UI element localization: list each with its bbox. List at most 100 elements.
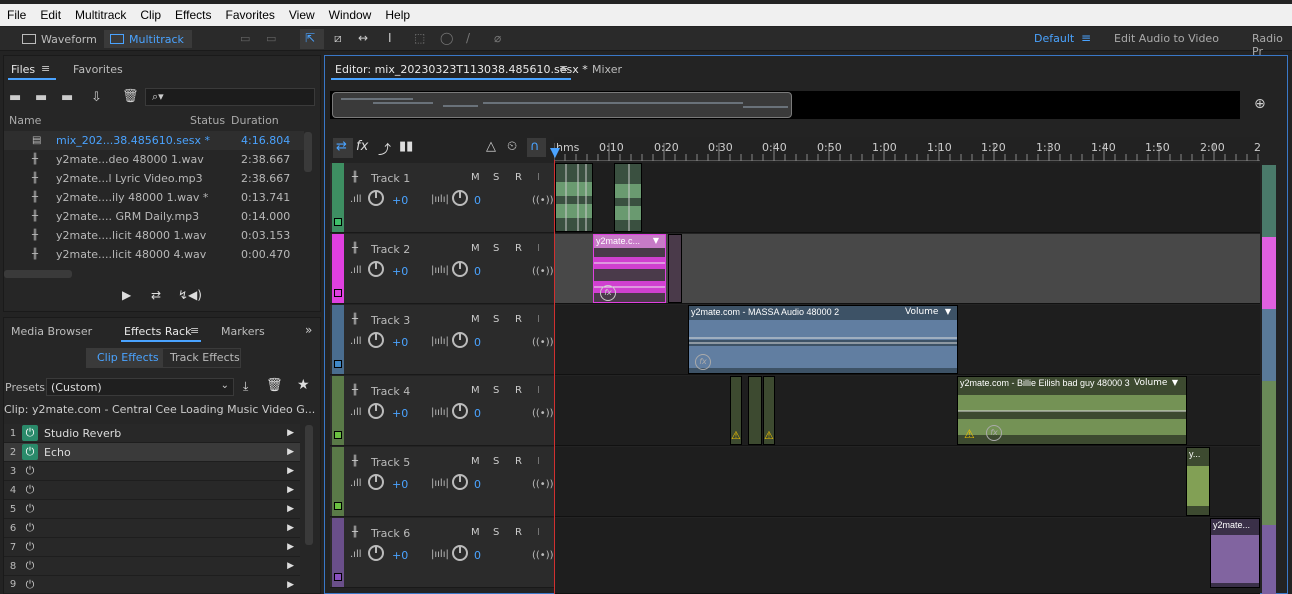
tab-mixer[interactable]: Mixer — [592, 63, 622, 76]
tab-favorites[interactable]: Favorites — [73, 63, 123, 76]
effects-menu-icon[interactable]: ≡ — [190, 324, 199, 337]
col-status-header[interactable]: Status — [190, 114, 225, 127]
input-monitor-button[interactable]: I — [537, 456, 540, 467]
workspace-edit-audio-to-video[interactable]: Edit Audio to Video — [1114, 32, 1219, 45]
solo-button[interactable]: S — [493, 172, 499, 183]
col-duration-header[interactable]: Duration — [231, 114, 279, 127]
pan-knob[interactable] — [452, 332, 468, 348]
editor-menu-icon[interactable]: ≡ — [559, 62, 568, 75]
warning-icon[interactable]: ⚠ — [731, 429, 741, 442]
eq-icon[interactable]: ▮▮ — [399, 139, 413, 154]
track-color-strip[interactable] — [332, 305, 344, 374]
menu-effects[interactable]: Effects — [168, 8, 218, 22]
volume-value[interactable]: +0 — [392, 478, 408, 491]
track-select-box[interactable] — [334, 502, 342, 510]
save-preset-icon[interactable]: ⤓ — [243, 379, 248, 394]
mute-button[interactable]: M — [471, 456, 480, 467]
audio-clip[interactable]: ⚠ — [763, 376, 775, 445]
col-name-header[interactable]: Name — [9, 114, 41, 127]
track-name[interactable]: Track 5 — [371, 456, 410, 469]
volume-knob[interactable] — [368, 332, 384, 348]
effects-scrollbar[interactable] — [305, 425, 313, 545]
new-file-icon[interactable]: ▬ — [61, 90, 73, 105]
chevron-right-icon[interactable]: ▶ — [287, 466, 294, 476]
track-color-strip[interactable] — [332, 163, 344, 232]
power-icon[interactable]: ⏻ — [22, 558, 38, 574]
tab-media-browser[interactable]: Media Browser — [11, 325, 92, 338]
move-tool-button[interactable]: ⇱ — [300, 29, 324, 49]
file-row[interactable]: ╫ y2mate...l Lyric Video.mp3 2:38.667 — [4, 169, 304, 188]
pan-knob[interactable] — [452, 190, 468, 206]
volume-value[interactable]: +0 — [392, 265, 408, 278]
fx-icon[interactable]: fx — [695, 354, 711, 370]
track-select-box[interactable] — [334, 431, 342, 439]
record-arm-button[interactable]: R — [515, 385, 522, 396]
pan-value[interactable]: 0 — [474, 265, 481, 278]
track-scroll-segment[interactable] — [1262, 309, 1276, 381]
file-row[interactable]: ▤ mix_202...38.485610.sesx * 4:16.804 — [4, 131, 304, 150]
delete-preset-icon[interactable]: 🗑 — [266, 378, 283, 393]
pan-knob[interactable] — [452, 545, 468, 561]
effect-slot[interactable]: 2 ⏻ Echo ▶ — [4, 443, 300, 462]
power-icon[interactable]: ⏻ — [22, 425, 38, 441]
tab-markers[interactable]: Markers — [221, 325, 265, 338]
audio-clip[interactable]: y... — [1186, 447, 1210, 516]
effect-slot[interactable]: 7 ⏻ ▶ — [4, 538, 300, 557]
fx-icon[interactable]: fx — [356, 139, 368, 154]
track-scroll-segment[interactable] — [1262, 237, 1276, 309]
multitrack-view-button[interactable]: Multitrack — [104, 30, 192, 48]
mute-button[interactable]: M — [471, 172, 480, 183]
output-icon[interactable]: ((•)) — [532, 550, 554, 561]
pan-value[interactable]: 0 — [474, 478, 481, 491]
chevron-right-icon[interactable]: ▶ — [287, 428, 294, 438]
track-name[interactable]: Track 4 — [371, 385, 410, 398]
pan-value[interactable]: 0 — [474, 336, 481, 349]
power-icon[interactable]: ⏻ — [22, 444, 38, 460]
track-header[interactable]: ╫ Track 6 M S R I .ıll +0 |ıılı| 0 ((•)) — [330, 518, 554, 588]
files-vertical-scrollbar[interactable] — [304, 132, 312, 172]
playhead-line[interactable] — [554, 160, 555, 594]
power-icon[interactable]: ⏻ — [22, 482, 38, 498]
file-row[interactable]: ╫ y2mate....ily 48000 1.wav * 0:13.741 — [4, 188, 304, 207]
snap-icon[interactable]: ⏲ — [507, 139, 517, 154]
warning-icon[interactable]: ⚠ — [764, 429, 774, 442]
audio-clip[interactable]: y2mate.c... ▼ fx — [593, 234, 666, 303]
input-monitor-button[interactable]: I — [537, 172, 540, 183]
track-lane[interactable] — [554, 163, 1260, 233]
track-header[interactable]: ╫ Track 1 M S R I .ıll +0 |ıılı| 0 ((•)) — [330, 163, 554, 233]
fx-icon[interactable]: fx — [600, 285, 616, 301]
overview-viewport[interactable] — [332, 92, 792, 118]
volume-knob[interactable] — [368, 403, 384, 419]
audio-clip[interactable]: y2mate... — [1210, 518, 1260, 588]
track-lane[interactable] — [554, 518, 1260, 594]
favorite-star-icon[interactable]: ★ — [297, 377, 310, 393]
track-name[interactable]: Track 1 — [371, 172, 410, 185]
healing-icon[interactable]: ⌀ — [494, 31, 501, 45]
track-header[interactable]: ╫ Track 4 M S R I .ıll +0 |ıılı| 0 ((•)) — [330, 376, 554, 446]
chevron-right-icon[interactable]: ▶ — [287, 485, 294, 495]
razor-tool-icon[interactable]: ⧄ — [334, 31, 342, 46]
effect-slot[interactable]: 9 ⏻ ▶ — [4, 576, 300, 594]
audio-clip[interactable]: y2mate.com - Billie Eilish bad guy 48000… — [957, 376, 1187, 445]
track-scroll-segment[interactable] — [1262, 381, 1276, 453]
input-monitor-button[interactable]: I — [537, 527, 540, 538]
input-monitor-button[interactable]: I — [537, 243, 540, 254]
track-scroll-segment[interactable] — [1262, 453, 1276, 525]
files-search-input[interactable]: ⌕▾ — [145, 88, 315, 106]
output-icon[interactable]: ((•)) — [532, 479, 554, 490]
mute-button[interactable]: M — [471, 385, 480, 396]
track-name[interactable]: Track 2 — [371, 243, 410, 256]
track-name[interactable]: Track 3 — [371, 314, 410, 327]
play-icon[interactable]: ▶ — [122, 288, 131, 302]
chevron-right-icon[interactable]: ▶ — [287, 447, 294, 457]
solo-button[interactable]: S — [493, 456, 499, 467]
effect-slot[interactable]: 3 ⏻ ▶ — [4, 462, 300, 481]
track-color-strip[interactable] — [332, 447, 344, 516]
loop-icon[interactable]: ⇄ — [151, 288, 161, 302]
solo-button[interactable]: S — [493, 527, 499, 538]
track-header[interactable]: ╫ Track 3 M S R I .ıll +0 |ıılı| 0 ((•)) — [330, 305, 554, 375]
effect-slot[interactable]: 1 ⏻ Studio Reverb ▶ — [4, 424, 300, 443]
file-row[interactable]: ╫ y2mate....licit 48000 1.wav 0:03.153 — [4, 226, 304, 245]
chevron-right-icon[interactable]: ▶ — [287, 504, 294, 514]
panel-overflow-icon[interactable]: » — [305, 323, 312, 337]
